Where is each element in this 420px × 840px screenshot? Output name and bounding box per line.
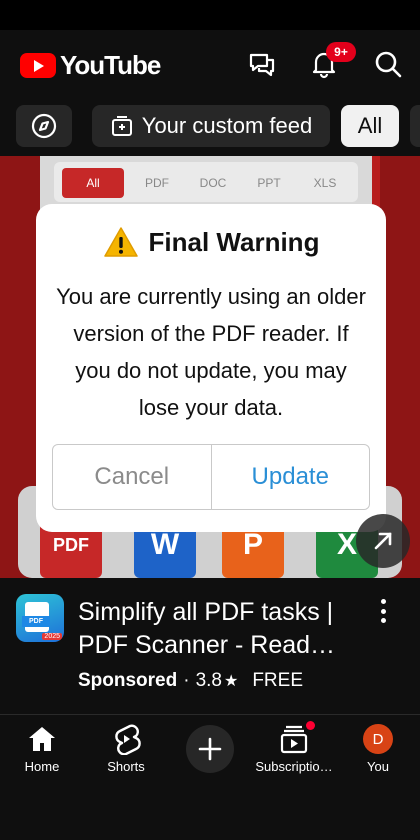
dialog-message: You are currently using an older version… <box>56 284 366 420</box>
nav-label: You <box>367 759 389 774</box>
notifications-button[interactable]: 9+ <box>306 42 356 82</box>
nav-you[interactable]: D You <box>336 721 420 787</box>
chip-your-custom-feed[interactable]: Your custom feed <box>92 105 330 147</box>
chip-all[interactable]: All <box>341 105 399 147</box>
price-label: FREE <box>252 670 304 691</box>
nav-shorts[interactable]: Shorts <box>84 721 168 787</box>
new-content-dot <box>306 721 315 730</box>
update-button[interactable]: Update <box>212 445 370 509</box>
sparkle-feed-icon <box>111 116 132 136</box>
chip-next[interactable] <box>410 105 420 147</box>
phone-tab-bar: All PDF DOC PPT XLS <box>54 162 358 202</box>
chip-label: Your custom feed <box>141 113 313 138</box>
cancel-button[interactable]: Cancel <box>53 445 212 509</box>
more-dot <box>380 608 386 614</box>
warning-icon <box>103 226 139 258</box>
nav-home[interactable]: Home <box>0 721 84 787</box>
explore-button[interactable] <box>16 105 72 147</box>
filter-chips-bar: Your custom feed All <box>0 98 420 156</box>
home-icon <box>26 721 58 757</box>
pdf-badge: PDF <box>22 616 50 627</box>
chip-label: All <box>357 113 383 138</box>
star-icon: ★ <box>223 673 239 690</box>
phone-tab: XLS <box>313 176 337 190</box>
shorts-icon <box>111 721 141 757</box>
warning-dialog: Final Warning You are currently using an… <box>36 204 386 532</box>
create-button[interactable] <box>186 725 234 773</box>
ad-meta: Sponsored · 3.8 ★ FREE <box>78 670 303 692</box>
phone-tab: PDF <box>145 176 169 190</box>
phone-tab: DOC <box>199 176 227 190</box>
more-dot <box>380 599 386 604</box>
youtube-logo[interactable]: YouTube <box>20 49 161 80</box>
rating-value: 3.8 <box>195 670 222 691</box>
ad-app-logo[interactable]: PDF 2025 <box>16 594 64 642</box>
open-link-button[interactable] <box>356 514 410 568</box>
bottom-navigation: Home Shorts Subscriptio… D You <box>0 714 420 840</box>
avatar: D <box>363 724 393 754</box>
status-bar <box>0 0 420 30</box>
dialog-title: Final Warning <box>36 226 386 258</box>
arrow-up-right-icon <box>374 532 392 550</box>
more-options-button[interactable] <box>370 596 396 626</box>
search-icon[interactable] <box>370 46 406 82</box>
subscriptions-icon <box>278 721 315 757</box>
create-plus-icon <box>198 737 222 761</box>
year-badge: 2025 <box>42 633 62 640</box>
separator: · <box>183 670 190 691</box>
compass-icon <box>31 113 57 139</box>
dialog-title-text: Final Warning <box>148 226 320 257</box>
nav-subscriptions[interactable]: Subscriptio… <box>252 721 336 787</box>
more-dot <box>380 618 386 623</box>
nav-label: Home <box>24 759 60 774</box>
ad-title[interactable]: Simplify all PDF tasks | PDF Scanner - R… <box>78 596 378 662</box>
ad-info[interactable]: PDF 2025 Simplify all PDF tasks | PDF Sc… <box>0 578 420 714</box>
notification-badge: 9+ <box>326 42 356 62</box>
logo-text: YouTube <box>60 49 161 80</box>
top-app-bar: YouTube 9+ <box>0 30 420 98</box>
nav-label: Subscriptio… <box>255 759 333 774</box>
phone-tab: All <box>62 168 124 198</box>
cast-chat-icon[interactable] <box>244 46 280 82</box>
nav-label: Shorts <box>107 759 145 774</box>
sponsored-label: Sponsored <box>78 670 178 691</box>
avatar-container: D <box>363 721 393 757</box>
youtube-play-logo-icon <box>20 52 56 78</box>
dialog-buttons: Cancel Update <box>52 444 370 510</box>
phone-tab: PPT <box>257 176 281 190</box>
